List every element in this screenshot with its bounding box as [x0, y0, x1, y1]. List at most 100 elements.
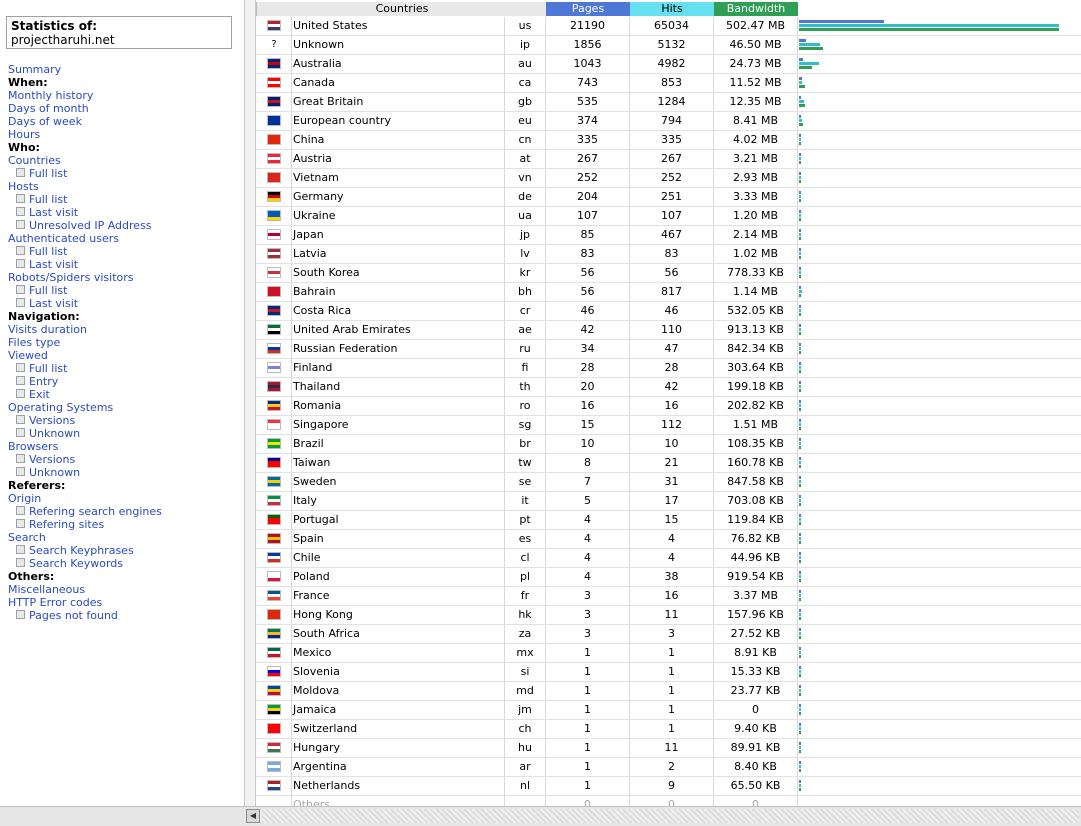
frame-divider[interactable]: [244, 0, 256, 806]
menu-link[interactable]: Days of month: [8, 102, 162, 115]
table-row: Spain es 4 4 76.82 KB: [256, 530, 1081, 549]
menu-link[interactable]: Files type: [8, 336, 162, 349]
menu-link[interactable]: Refering sites: [8, 518, 162, 531]
bandwidth-value: 8.91 KB: [714, 644, 798, 662]
menu-link[interactable]: Pages not found: [8, 609, 162, 622]
country-name: Argentina: [293, 758, 505, 776]
country-code: se: [505, 473, 546, 491]
table-row: Netherlands nl 1 9 65.50 KB: [256, 777, 1081, 796]
menu-link[interactable]: Browsers: [8, 440, 162, 453]
menu-link[interactable]: Search: [8, 531, 162, 544]
menu-link[interactable]: Exit: [8, 388, 162, 401]
menu-link[interactable]: Search Keyphrases: [8, 544, 162, 557]
hits-value: 1: [630, 663, 714, 681]
menu-link[interactable]: Full list: [8, 284, 162, 297]
menu-link[interactable]: Operating Systems: [8, 401, 162, 414]
flag-cell: [256, 587, 292, 605]
country-name: Ukraine: [293, 207, 505, 225]
menu-link[interactable]: Last visit: [8, 297, 162, 310]
bandwidth-value: 1.02 MB: [714, 245, 798, 263]
menu-link[interactable]: Last visit: [8, 206, 162, 219]
menu-link[interactable]: Authenticated users: [8, 232, 162, 245]
bar-graph-cell: [798, 359, 1081, 377]
header-bandwidth: Bandwidth: [714, 2, 798, 16]
pages-bar: [799, 742, 801, 745]
horizontal-scrollbar[interactable]: ◀: [244, 806, 1081, 826]
menu-link[interactable]: Unknown: [8, 466, 162, 479]
hits-bar: [799, 537, 801, 540]
flag-cell: [256, 207, 292, 225]
bar-graph-cell: [798, 454, 1081, 472]
menu-link[interactable]: Unresolved IP Address: [8, 219, 162, 232]
menu-link[interactable]: HTTP Error codes: [8, 596, 162, 609]
country-name: United Arab Emirates: [293, 321, 505, 339]
menu-link[interactable]: Last visit: [8, 258, 162, 271]
flag-gb-icon: [267, 96, 281, 107]
menu-item-label: Entry: [29, 375, 59, 388]
hits-bar: [799, 252, 801, 255]
menu-link[interactable]: Versions: [8, 453, 162, 466]
menu-link[interactable]: Unknown: [8, 427, 162, 440]
country-code: bh: [505, 283, 546, 301]
pages-bar: [799, 248, 801, 251]
menu-link[interactable]: Hosts: [8, 180, 162, 193]
country-name: Japan: [293, 226, 505, 244]
menu-link[interactable]: Hours: [8, 128, 162, 141]
sub-item-bullet-icon: [16, 220, 25, 229]
pages-value: 34: [546, 340, 630, 358]
menu-link[interactable]: Summary: [8, 63, 162, 76]
countries-table-body: United States us 21190 65034 502.47 MB? Unkno…: [256, 17, 1081, 806]
country-code: ca: [505, 74, 546, 92]
menu-link[interactable]: Robots/Spiders visitors: [8, 271, 162, 284]
sub-item-bullet-icon: [16, 610, 25, 619]
table-row: Vietnam vn 252 252 2.93 MB: [256, 169, 1081, 188]
bandwidth-value: 303.64 KB: [714, 359, 798, 377]
scrollbar-track[interactable]: [262, 809, 1079, 823]
hits-value: 335: [630, 131, 714, 149]
menu-item-label: Unknown: [29, 466, 81, 479]
bandwidth-value: 89.91 KB: [714, 739, 798, 757]
bar-graph-cell: [798, 207, 1081, 225]
pages-bar: [799, 324, 801, 327]
menu-link[interactable]: Full list: [8, 362, 162, 375]
menu-link[interactable]: Full list: [8, 245, 162, 258]
country-code: es: [505, 530, 546, 548]
flag-pl-icon: [267, 571, 281, 582]
menu-link[interactable]: Days of week: [8, 115, 162, 128]
hits-bar: [799, 43, 820, 46]
menu-link[interactable]: Search Keywords: [8, 557, 162, 570]
menu-link[interactable]: Full list: [8, 193, 162, 206]
hits-bar: [799, 518, 801, 521]
flag-cell: [256, 188, 292, 206]
pages-bar: [799, 476, 801, 479]
menu-link[interactable]: Versions: [8, 414, 162, 427]
bandwidth-bar: [799, 275, 801, 278]
menu-item-label: Viewed: [8, 349, 48, 362]
table-row: Italy it 5 17 703.08 KB: [256, 492, 1081, 511]
table-row: Chile cl 4 4 44.96 KB: [256, 549, 1081, 568]
menu-link[interactable]: Countries: [8, 154, 162, 167]
arrow-left-icon[interactable]: ◀: [246, 809, 260, 823]
menu-link[interactable]: Entry: [8, 375, 162, 388]
menu-link[interactable]: Origin: [8, 492, 162, 505]
flag-jm-icon: [267, 704, 281, 715]
pages-bar: [799, 39, 806, 42]
hits-value: 11: [630, 739, 714, 757]
hits-value: 817: [630, 283, 714, 301]
bandwidth-value: 778.33 KB: [714, 264, 798, 282]
menu-link[interactable]: Monthly history: [8, 89, 162, 102]
menu-link[interactable]: Refering search engines: [8, 505, 162, 518]
sub-item-bullet-icon: [16, 506, 25, 515]
flag-cell: [256, 473, 292, 491]
menu-link[interactable]: Full list: [8, 167, 162, 180]
bandwidth-bar: [799, 389, 801, 392]
menu-item-label: Monthly history: [8, 89, 94, 102]
menu-link[interactable]: Viewed: [8, 349, 162, 362]
flag-cell: ?: [256, 36, 292, 54]
hits-bar: [799, 81, 802, 84]
menu-link[interactable]: Miscellaneous: [8, 583, 162, 596]
table-row: Austria at 267 267 3.21 MB: [256, 150, 1081, 169]
sub-item-bullet-icon: [16, 194, 25, 203]
menu-link[interactable]: Visits duration: [8, 323, 162, 336]
bar-graph-cell: [798, 112, 1081, 130]
